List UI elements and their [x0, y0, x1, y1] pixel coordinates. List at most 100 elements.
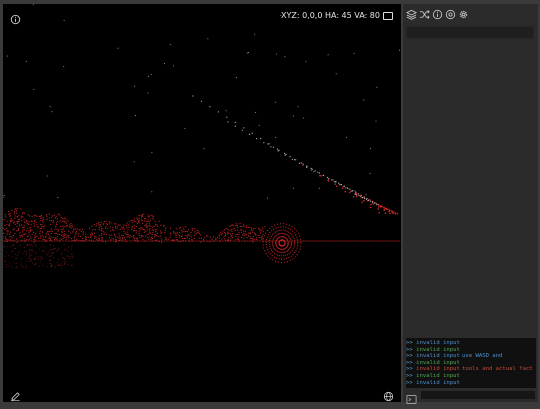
point	[357, 240, 359, 242]
point	[23, 238, 25, 240]
point	[45, 236, 47, 238]
point	[71, 257, 73, 259]
point	[271, 240, 273, 242]
point	[276, 257, 278, 259]
point	[175, 228, 177, 230]
point	[65, 234, 67, 236]
point	[28, 230, 30, 232]
point	[48, 240, 50, 242]
point	[49, 237, 51, 240]
point	[247, 52, 250, 54]
point	[22, 253, 24, 255]
layers-icon[interactable]	[406, 9, 417, 20]
point	[122, 237, 124, 239]
point	[62, 217, 64, 219]
point	[20, 240, 22, 242]
point	[75, 233, 77, 235]
point	[147, 214, 149, 216]
point	[320, 240, 322, 242]
point	[9, 219, 11, 221]
point	[283, 258, 285, 260]
point	[268, 251, 270, 253]
point	[288, 231, 290, 233]
search-input[interactable]	[406, 26, 534, 39]
point	[49, 248, 51, 250]
point	[38, 237, 40, 239]
info-icon[interactable]	[432, 9, 443, 20]
point	[363, 199, 365, 202]
point	[243, 235, 245, 237]
point	[376, 86, 378, 88]
point	[131, 229, 133, 231]
point	[54, 217, 56, 219]
point	[112, 226, 114, 229]
console-input[interactable]	[420, 390, 536, 400]
point	[19, 251, 21, 253]
camera-icon[interactable]	[383, 11, 393, 20]
pencil-icon[interactable]	[10, 387, 21, 402]
point	[60, 240, 62, 242]
point	[6, 220, 8, 222]
point	[36, 252, 38, 254]
point	[65, 260, 67, 262]
point	[132, 230, 135, 232]
point	[61, 240, 63, 242]
point	[279, 255, 281, 257]
point	[251, 227, 253, 229]
point	[42, 265, 44, 266]
point	[29, 240, 31, 242]
point	[186, 237, 188, 239]
point	[148, 236, 150, 238]
globe-icon[interactable]	[383, 387, 394, 402]
point	[12, 237, 14, 239]
point	[47, 240, 49, 242]
point	[30, 235, 32, 237]
point	[112, 229, 114, 231]
point	[172, 239, 174, 241]
point	[248, 232, 250, 234]
point	[242, 237, 245, 239]
point	[50, 259, 52, 261]
point	[50, 266, 51, 267]
settings-icon[interactable]	[445, 9, 456, 20]
point	[237, 240, 239, 242]
point	[173, 239, 175, 241]
point	[292, 248, 294, 250]
point	[340, 240, 342, 242]
point	[182, 240, 184, 242]
point	[141, 234, 143, 237]
point	[290, 255, 292, 257]
point	[288, 256, 290, 259]
point	[361, 201, 364, 203]
point	[4, 237, 7, 239]
point	[16, 225, 18, 227]
point	[50, 236, 52, 238]
point	[276, 234, 278, 236]
info-icon[interactable]	[10, 10, 21, 25]
point	[276, 53, 278, 55]
point	[345, 136, 348, 138]
point	[250, 240, 252, 242]
point	[254, 227, 256, 229]
point	[37, 240, 39, 242]
point	[10, 239, 12, 242]
point	[48, 237, 50, 239]
point	[44, 240, 46, 242]
point	[232, 240, 234, 242]
terminal-icon[interactable]	[406, 390, 417, 404]
point	[63, 244, 65, 246]
point	[51, 255, 52, 257]
3d-viewport[interactable]: XYZ: 0,0,0 HA: 45 VA: 80	[3, 4, 401, 402]
point	[50, 230, 52, 232]
point	[235, 225, 237, 227]
point	[16, 257, 18, 259]
console-command-bar	[406, 390, 536, 404]
point	[110, 234, 112, 236]
point	[97, 240, 99, 242]
point	[212, 240, 215, 242]
shuffle-icon[interactable]	[419, 9, 430, 20]
point	[42, 258, 44, 259]
point	[6, 234, 8, 236]
gear-icon[interactable]	[458, 9, 469, 20]
point	[158, 240, 160, 242]
